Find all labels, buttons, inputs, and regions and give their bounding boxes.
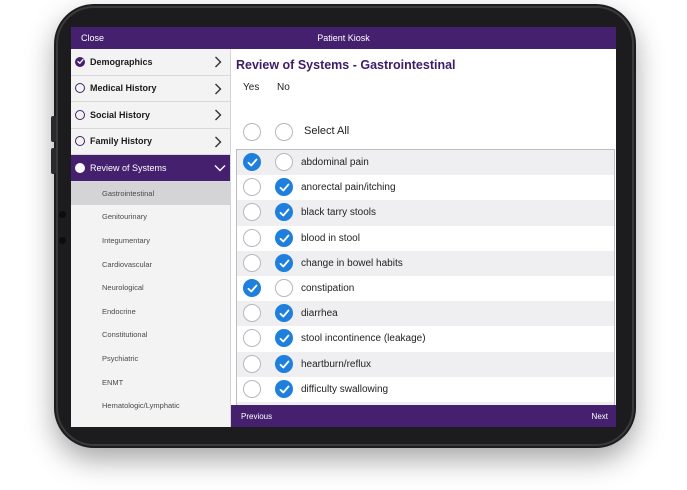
sidebar-item-label: Review of Systems: [90, 162, 167, 173]
symptom-label: black tarry stools: [301, 207, 377, 219]
yes-radio[interactable]: [243, 253, 261, 272]
symptom-label: constipation: [301, 282, 355, 294]
symptom-label: anorectal pain/itching: [301, 182, 396, 194]
sidebar-item-demographics[interactable]: Demographics: [71, 49, 230, 76]
sidebar-item-label: Social History: [90, 109, 151, 120]
symptom-row: black tarry stools: [237, 200, 614, 226]
chevron-right-icon: [214, 136, 222, 148]
chevron-right-icon: [214, 109, 222, 121]
main-content: Review of Systems - Gastrointestinal Yes…: [231, 49, 616, 425]
kiosk-screen: Close Patient Kiosk Demographics Medical …: [71, 27, 616, 427]
previous-button[interactable]: Previous: [241, 412, 272, 421]
no-column-header: No: [277, 82, 290, 93]
yes-radio[interactable]: [243, 203, 261, 222]
no-radio[interactable]: [275, 304, 293, 323]
yes-radio[interactable]: [243, 379, 261, 398]
sidebar-subitem-genitourinary[interactable]: Genitourinary: [71, 205, 230, 229]
sensor-dot-icon: [59, 237, 66, 244]
no-radio[interactable]: [275, 153, 293, 171]
sidebar-subitem-neurological[interactable]: Neurological: [71, 276, 230, 300]
status-circle-icon: [75, 83, 85, 94]
sidebar-item-review-of-systems[interactable]: Review of Systems: [71, 155, 230, 182]
sidebar-item-medical-history[interactable]: Medical History: [71, 76, 230, 102]
yes-radio[interactable]: [243, 278, 261, 297]
volume-button: [51, 148, 56, 174]
select-all-no-radio[interactable]: [275, 123, 293, 141]
status-circle-icon: [75, 109, 85, 120]
no-radio[interactable]: [275, 329, 293, 348]
no-radio[interactable]: [275, 228, 293, 247]
symptom-label: diarrhea: [301, 308, 338, 320]
yes-radio[interactable]: [243, 153, 261, 171]
sidebar-subitem-hematologic-lymphatic[interactable]: Hematologic/Lymphatic: [71, 394, 230, 418]
symptom-label: abdominal pain: [301, 157, 369, 168]
symptom-row: heartburn/reflux: [237, 351, 614, 377]
no-radio[interactable]: [275, 278, 293, 297]
sidebar: Demographics Medical History Social Histor…: [71, 49, 231, 427]
sidebar-subitem-enmt[interactable]: ENMT: [71, 370, 230, 394]
symptom-row: difficulty swallowing: [237, 377, 614, 402]
volume-button: [51, 116, 56, 142]
chevron-right-icon: [214, 56, 222, 68]
yes-column-header: Yes: [243, 82, 260, 93]
symptom-row: constipation: [237, 276, 614, 301]
bottom-bar: Previous Next: [231, 405, 616, 427]
top-bar: Close Patient Kiosk: [71, 27, 616, 49]
page-title: Review of Systems - Gastrointestinal: [236, 58, 456, 72]
check-circle-icon: [75, 56, 85, 67]
status-circle-icon: [75, 136, 85, 147]
next-button[interactable]: Next: [592, 412, 608, 421]
sidebar-subitem-constitutional[interactable]: Constitutional: [71, 323, 230, 347]
yes-radio[interactable]: [243, 354, 261, 373]
select-all-label: Select All: [304, 125, 350, 137]
symptom-label: blood in stool: [301, 232, 360, 244]
no-radio[interactable]: [275, 253, 293, 272]
yes-radio[interactable]: [243, 329, 261, 348]
camera-icon: [59, 211, 66, 218]
sidebar-subitem-integumentary[interactable]: Integumentary: [71, 229, 230, 253]
symptom-row: blood in stool: [237, 226, 614, 251]
symptom-row: change in bowel habits: [237, 250, 614, 276]
sidebar-subitem-cardiovascular[interactable]: Cardiovascular: [71, 252, 230, 276]
symptom-row: stool incontinence (leakage): [237, 326, 614, 351]
no-radio[interactable]: [275, 379, 293, 398]
sidebar-subitem-psychiatric[interactable]: Psychiatric: [71, 347, 230, 371]
symptom-label: heartburn/reflux: [301, 358, 372, 370]
no-radio[interactable]: [275, 178, 293, 197]
sidebar-subitem-endocrine[interactable]: Endocrine: [71, 299, 230, 323]
symptom-label: difficulty swallowing: [301, 383, 389, 395]
symptom-row: anorectal pain/itching: [237, 175, 614, 200]
yes-radio[interactable]: [243, 178, 261, 197]
status-circle-icon: [75, 162, 85, 173]
no-radio[interactable]: [275, 354, 293, 373]
no-radio[interactable]: [275, 203, 293, 222]
yes-radio[interactable]: [243, 304, 261, 323]
symptom-list: abdominal pain anorectal pain/itching blac…: [236, 149, 615, 425]
symptom-label: stool incontinence (leakage): [301, 333, 426, 345]
sidebar-subitem-gastrointestinal[interactable]: Gastrointestinal: [71, 181, 230, 206]
sidebar-item-label: Family History: [90, 136, 153, 147]
yes-radio[interactable]: [243, 228, 261, 247]
sidebar-item-label: Demographics: [90, 56, 153, 67]
sidebar-item-family-history[interactable]: Family History: [71, 129, 230, 155]
app-title: Patient Kiosk: [317, 33, 370, 43]
symptom-row: diarrhea: [237, 301, 614, 327]
sidebar-item-social-history[interactable]: Social History: [71, 102, 230, 129]
chevron-right-icon: [214, 83, 222, 95]
symptom-row: abdominal pain: [237, 150, 614, 176]
chevron-down-icon: [214, 164, 226, 176]
symptom-label: change in bowel habits: [301, 257, 403, 269]
sidebar-item-label: Medical History: [90, 83, 157, 94]
select-all-yes-radio[interactable]: [243, 123, 261, 141]
